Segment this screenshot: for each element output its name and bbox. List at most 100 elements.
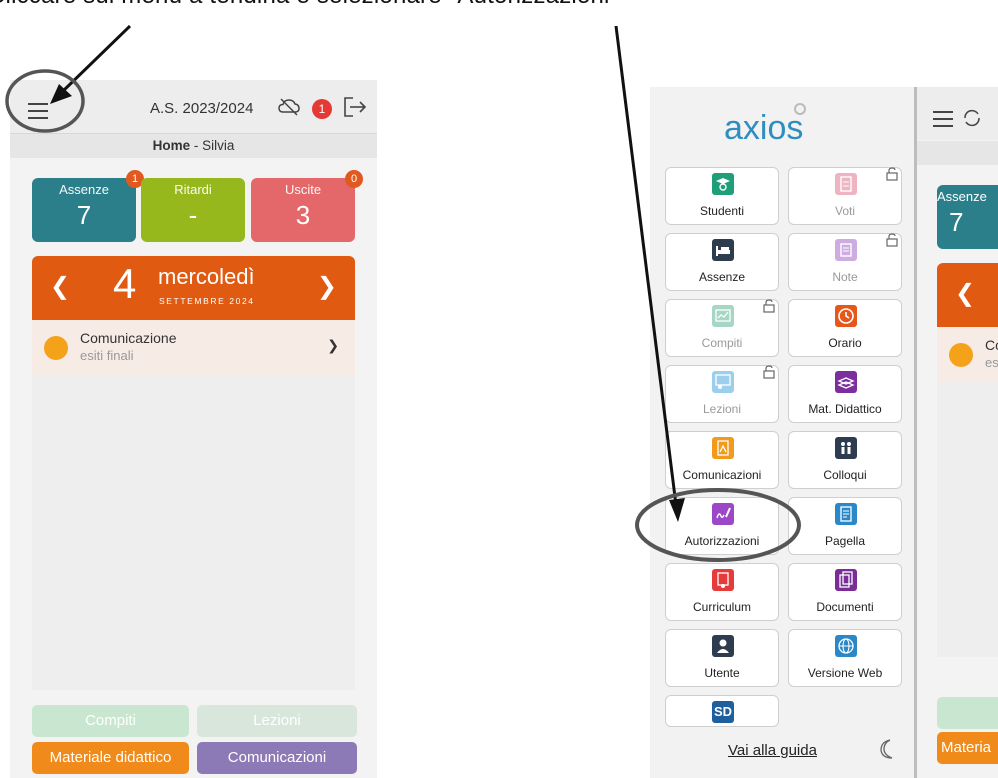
documents-icon (835, 569, 857, 591)
stat-label: Assenze (59, 182, 109, 197)
tile-label: Versione Web (807, 666, 883, 680)
breadcrumb: Home - Silvia (10, 134, 377, 158)
report-icon (835, 503, 857, 525)
tile-assenze[interactable]: Assenze (665, 233, 779, 291)
globe-icon (835, 635, 857, 657)
unlock-icon (763, 365, 775, 379)
tile-label: Lezioni (702, 402, 742, 416)
prev-day-button[interactable]: ❮ (955, 279, 975, 308)
comunicazioni-button[interactable]: Comunicazioni (197, 742, 357, 774)
axios-logo: axios (724, 103, 806, 147)
stat-value: 7 (76, 200, 92, 230)
tile-autorizzazioni[interactable]: Autorizzazioni (665, 497, 779, 555)
tile-versione-web[interactable]: Versione Web (788, 629, 902, 687)
status-dot (44, 336, 68, 360)
pdf-icon (712, 437, 734, 459)
tile-mat-didattico[interactable]: Mat. Didattico (788, 365, 902, 423)
compiti-button[interactable]: Compiti (32, 705, 189, 737)
tile-documenti[interactable]: Documenti (788, 563, 902, 621)
stat-value: 3 (295, 200, 311, 230)
certificate-icon (712, 569, 734, 591)
tile-label: Comunicazioni (682, 468, 762, 482)
school-year: A.S. 2023/2024 (150, 100, 254, 117)
item-title: Co (985, 337, 998, 353)
logo-text: axios (724, 109, 803, 147)
tile-label: Documenti (816, 600, 874, 614)
tile-voti[interactable]: Voti (788, 167, 902, 225)
date-navigator: ❮ (937, 263, 998, 327)
tile-compiti[interactable]: Compiti (665, 299, 779, 357)
tile-comunicazioni[interactable]: Comunicazioni (665, 431, 779, 489)
chart-icon (712, 305, 734, 327)
materiale-didattico-button[interactable]: Materiale didattico (32, 742, 189, 774)
prev-day-button[interactable]: ❮ (50, 272, 70, 301)
hamburger-menu-icon[interactable] (28, 103, 48, 119)
guide-link[interactable]: Vai alla guida (728, 742, 817, 759)
stat-value: 7 (949, 207, 964, 237)
day-content: Co es (937, 327, 998, 657)
stat-label: Ritardi (174, 182, 212, 197)
tile-utente[interactable]: Utente (665, 629, 779, 687)
tile-label: Curriculum (692, 600, 751, 614)
stat-label: Assenze (937, 189, 987, 204)
hamburger-menu-icon[interactable] (933, 111, 953, 127)
tile-lezioni[interactable]: Lezioni (665, 365, 779, 423)
list-item[interactable]: Co es (937, 327, 998, 382)
unlock-icon (763, 299, 775, 313)
breadcrumb (917, 141, 998, 165)
moon-icon[interactable] (876, 737, 898, 761)
notification-badge[interactable]: 1 (312, 99, 332, 119)
tile-label: Colloqui (823, 468, 867, 482)
tile-sd[interactable]: SD (665, 695, 779, 727)
date-navigator: ❮ 4 mercoledì SETTEMBRE 2024 ❯ (32, 256, 355, 320)
instruction-text: Cliccare sul menù a tendina e selezionar… (0, 0, 618, 10)
stat-badge: 0 (345, 170, 363, 188)
compiti-button[interactable] (937, 697, 998, 729)
item-subtitle: es (985, 355, 998, 370)
day-number: 4 (113, 260, 137, 307)
tile-curriculum[interactable]: Curriculum (665, 563, 779, 621)
signature-icon (712, 503, 734, 525)
top-bar (917, 87, 998, 140)
materiale-didattico-button[interactable]: Materia (937, 732, 998, 764)
item-title: Comunicazione (80, 330, 177, 346)
stat-ritardi[interactable]: Ritardi - (141, 178, 245, 242)
tile-label: Voti (834, 204, 855, 218)
next-day-button[interactable]: ❯ (317, 272, 337, 301)
month-year: SETTEMBRE 2024 (159, 296, 255, 306)
list-item[interactable]: Comunicazione esiti finali ❯ (32, 320, 355, 375)
tile-studenti[interactable]: Studenti (665, 167, 779, 225)
side-menu: axios Studenti Voti Assenze Note Compiti… (650, 87, 917, 778)
tile-pagella[interactable]: Pagella (788, 497, 902, 555)
stat-assenze[interactable]: Assenze 7 (937, 185, 998, 249)
item-subtitle: esiti finali (80, 348, 134, 363)
stat-assenze[interactable]: Assenze 7 1 (32, 170, 144, 242)
tile-label: Compiti (701, 336, 743, 350)
note-icon (835, 239, 857, 261)
stat-uscite[interactable]: Uscite 3 0 (251, 170, 363, 242)
tile-orario[interactable]: Orario (788, 299, 902, 357)
day-content: Comunicazione esiti finali ❯ (32, 320, 355, 690)
home-screen-partial: Assenze 7 ❮ Co es Materia (917, 87, 998, 778)
people-icon (835, 437, 857, 459)
tile-label: Assenze (698, 270, 746, 284)
clock-icon (835, 305, 857, 327)
teacher-icon (712, 371, 734, 393)
refresh-icon[interactable] (961, 107, 983, 129)
tile-colloqui[interactable]: Colloqui (788, 431, 902, 489)
bed-icon (712, 239, 734, 261)
tile-note[interactable]: Note (788, 233, 902, 291)
unlock-icon (886, 233, 898, 247)
top-bar: A.S. 2023/2024 1 (10, 80, 377, 134)
tile-label: Pagella (824, 534, 866, 548)
tile-label: Utente (704, 666, 740, 680)
graduate-icon (712, 173, 734, 195)
lezioni-button[interactable]: Lezioni (197, 705, 357, 737)
tile-label: Note (832, 270, 858, 284)
tile-label: Autorizzazioni (684, 534, 760, 548)
tile-label: Orario (828, 336, 862, 350)
sd-icon: SD (712, 701, 734, 723)
home-screen: A.S. 2023/2024 1 Home - Silvia Assenze 7… (10, 80, 377, 778)
cloud-off-icon[interactable] (278, 97, 300, 117)
logout-icon[interactable] (342, 95, 368, 119)
